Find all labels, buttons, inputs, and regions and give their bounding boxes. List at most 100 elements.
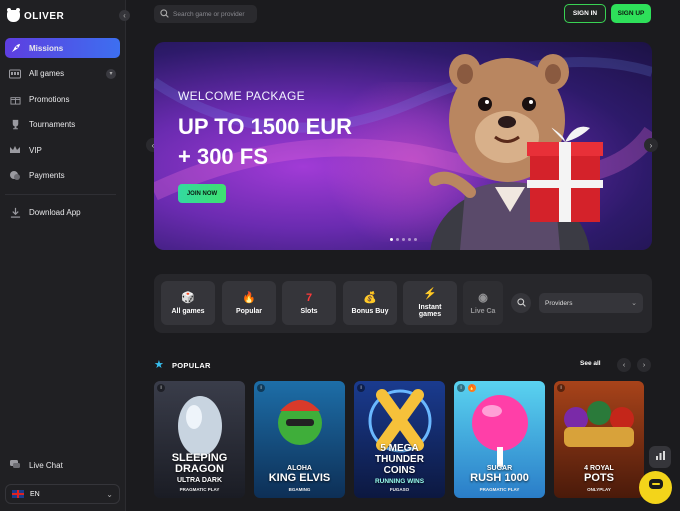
- language-label: EN: [30, 490, 40, 498]
- divider: [5, 193, 116, 195]
- game-title: KING ELVIS: [268, 472, 331, 484]
- sidebar-item-tournaments[interactable]: Tournaments: [5, 115, 120, 135]
- slots-icon: [9, 68, 21, 80]
- sidebar-item-promotions[interactable]: Promotions: [5, 89, 120, 109]
- game-title: COINS: [383, 465, 416, 476]
- category-label: Live Ca: [470, 307, 496, 315]
- top-bar: SIGN IN SIGN UP: [126, 0, 680, 30]
- banner-title-line: UP TO 1500 EUR: [178, 114, 353, 139]
- category-live-casino[interactable]: ◉ Live Ca: [463, 281, 503, 325]
- game-title: POTS: [584, 472, 614, 484]
- search-icon: [516, 294, 526, 312]
- chat-bubble-icon: [648, 478, 664, 497]
- search-input[interactable]: [173, 10, 257, 18]
- game-card-sleeping-dragon[interactable]: i SLEEPING DRAGON ULTRA DARK PRAGMATIC P…: [154, 381, 245, 498]
- chevron-down-icon: ⌄: [106, 489, 113, 499]
- language-select[interactable]: EN ⌄: [5, 484, 120, 504]
- category-label: Bonus Buy: [351, 307, 389, 315]
- moneybag-icon: 💰: [363, 291, 377, 304]
- support-chat-button[interactable]: [639, 471, 672, 504]
- game-provider: PRAGMATIC PLAY: [179, 487, 220, 492]
- sidebar-item-label: VIP: [29, 145, 42, 155]
- game-card-sugar-rush-1000[interactable]: i 🔥 SUGAR RUSH 1000 PRAGMATIC PLAY: [454, 381, 545, 498]
- sidebar-item-payments[interactable]: Payments: [5, 166, 120, 186]
- join-now-button[interactable]: JOIN NOW: [178, 184, 226, 203]
- stats-button[interactable]: [649, 446, 671, 468]
- sidebar-item-label: Tournaments: [29, 120, 76, 130]
- seven-icon: 7: [305, 291, 313, 304]
- rocket-icon: [9, 42, 21, 54]
- category-label: Instant games: [418, 304, 442, 318]
- gift-icon: [9, 93, 21, 105]
- game-subtitle: ULTRA DARK: [176, 477, 223, 484]
- popular-prev-button[interactable]: ‹: [617, 358, 631, 372]
- game-subtitle: RUNNING WINS: [374, 478, 425, 485]
- fire-icon: 🔥: [242, 291, 256, 304]
- category-label: Popular: [235, 307, 263, 315]
- live-chat-link[interactable]: Live Chat: [9, 459, 63, 472]
- popular-next-button[interactable]: ›: [637, 358, 651, 372]
- sidebar-item-vip[interactable]: VIP: [5, 140, 120, 160]
- coins-icon: [9, 170, 21, 182]
- section-title: POPULAR: [172, 360, 211, 370]
- info-icon[interactable]: i: [257, 384, 265, 392]
- roulette-icon: ◉: [478, 291, 488, 304]
- chevron-down-icon: ⌄: [631, 300, 637, 307]
- game-card-5-mega-thunder-coins[interactable]: i 5 MEGA THUNDER COINS RUNNING WINS FUGA…: [354, 381, 445, 498]
- chevron-down-icon[interactable]: ▾: [106, 68, 116, 79]
- see-all-link[interactable]: See all: [580, 360, 601, 367]
- game-title: 5 MEGA: [380, 443, 419, 454]
- sidebar-item-missions[interactable]: Missions: [5, 38, 120, 58]
- trophy-icon: [9, 119, 21, 131]
- sidebar-item-label: Payments: [29, 171, 65, 181]
- carousel-dot[interactable]: [390, 238, 393, 241]
- game-provider: ONLYPLAY: [587, 487, 611, 492]
- sign-up-button[interactable]: SIGN UP: [611, 4, 651, 23]
- sidebar-item-all-games[interactable]: All games ▾: [5, 64, 120, 84]
- category-all-games[interactable]: 🎲 All games: [161, 281, 215, 325]
- search-box[interactable]: [154, 5, 257, 23]
- info-icon[interactable]: i: [157, 384, 165, 392]
- uk-flag-icon: [12, 490, 24, 498]
- banner-subtitle: WELCOME PACKAGE: [178, 89, 305, 103]
- search-icon: [160, 5, 169, 23]
- brand-name: OLIVER: [24, 10, 65, 22]
- info-icon[interactable]: i: [457, 384, 465, 392]
- game-card-4-royal-pots[interactable]: i 4 ROYAL POTS ONLYPLAY: [554, 381, 644, 498]
- download-icon: [9, 207, 21, 219]
- chat-icon: [9, 459, 21, 472]
- game-title: RUSH 1000: [470, 472, 529, 484]
- sidebar-item-download-app[interactable]: Download App: [5, 203, 120, 223]
- sidebar-item-label: Missions: [29, 43, 64, 53]
- category-bonus-buy[interactable]: 💰 Bonus Buy: [343, 281, 397, 325]
- dice-icon: 🎲: [181, 291, 195, 304]
- game-provider: BGAMING: [288, 487, 311, 492]
- info-icon[interactable]: i: [357, 384, 365, 392]
- crown-icon: [9, 144, 21, 156]
- providers-label: Providers: [545, 299, 573, 307]
- providers-dropdown[interactable]: Providers ⌄: [539, 293, 643, 313]
- category-label: All games: [171, 307, 205, 315]
- game-card-aloha-king-elvis[interactable]: i ALOHA KING ELVIS BGAMING: [254, 381, 345, 498]
- info-icon[interactable]: i: [557, 384, 565, 392]
- category-popular[interactable]: 🔥 Popular: [222, 281, 276, 325]
- logo-icon: [7, 8, 20, 22]
- category-label: Slots: [300, 307, 318, 315]
- brand-logo[interactable]: OLIVER: [7, 8, 65, 22]
- quokka-mascot-image: [429, 54, 603, 250]
- game-title: DRAGON: [175, 463, 224, 475]
- category-slots[interactable]: 7 Slots: [282, 281, 336, 325]
- sidebar-item-label: Download App: [29, 208, 81, 218]
- live-chat-label: Live Chat: [29, 461, 63, 470]
- sign-in-button[interactable]: SIGN IN: [564, 4, 606, 23]
- popular-section-header: ★ POPULAR See all ‹ ›: [154, 358, 652, 372]
- sidebar-item-label: All games: [29, 69, 65, 79]
- game-provider: FUGASO: [389, 487, 410, 492]
- banner-title-line: + 300 FS: [178, 144, 268, 169]
- game-filters: 🎲 All games 🔥 Popular 7 Slots 💰 Bonus Bu…: [154, 274, 652, 333]
- game-search-button[interactable]: [511, 293, 531, 313]
- sidebar-nav: Missions All games ▾ Promotions Tourname…: [5, 38, 120, 229]
- game-title: THUNDER: [375, 454, 424, 465]
- banner-next-button[interactable]: ›: [644, 138, 658, 152]
- category-instant-games[interactable]: ⚡ Instant games: [403, 281, 457, 325]
